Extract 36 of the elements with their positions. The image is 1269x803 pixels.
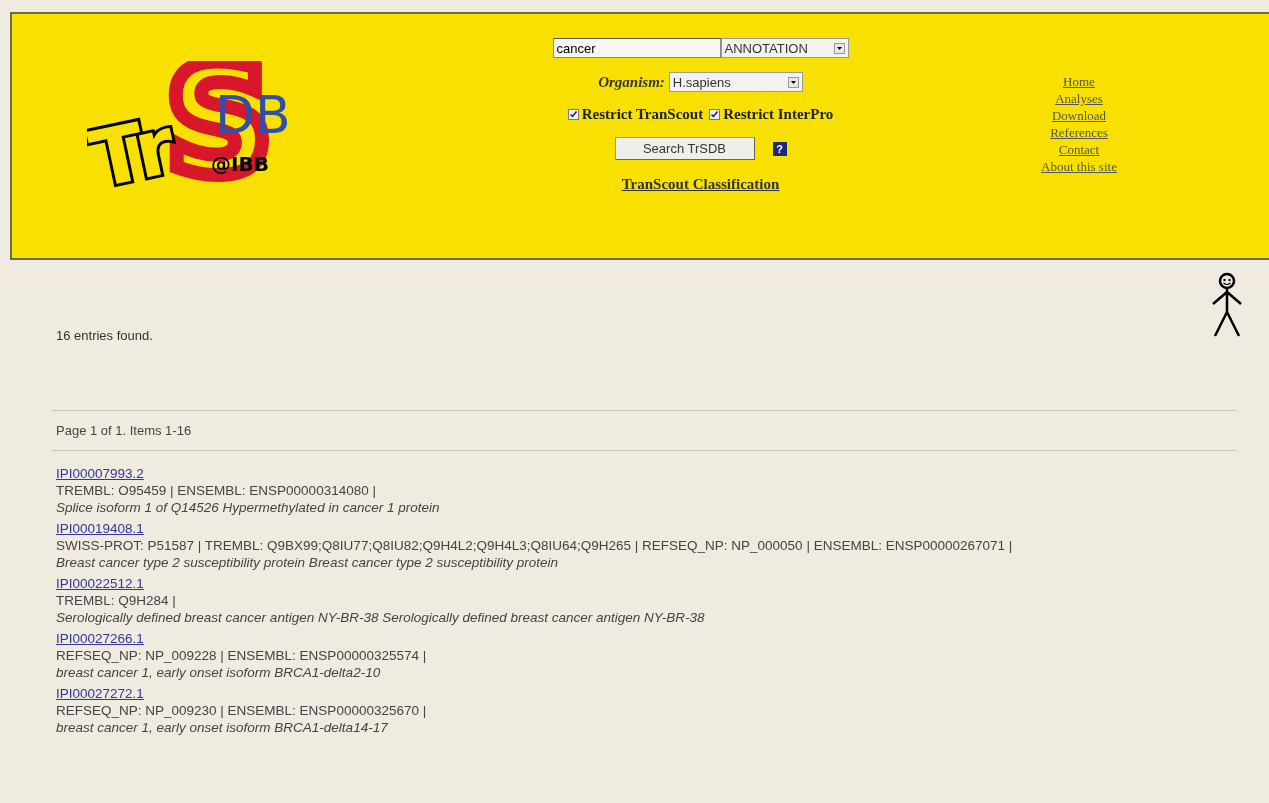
- help-button[interactable]: ?: [772, 141, 787, 156]
- organism-dropdown[interactable]: H.sapiens: [668, 72, 803, 92]
- field-dropdown[interactable]: ANNOTATION: [720, 38, 849, 58]
- organism-label: Organism:: [598, 73, 665, 91]
- search-button[interactable]: Search TrSDB: [614, 137, 755, 160]
- entry-references: REFSEQ_NP: NP_009228 | ENSEMBL: ENSP00000325574 |: [56, 647, 428, 664]
- entry-link[interactable]: IPI00022512.1: [56, 576, 144, 591]
- entry-references: TREMBL: Q9H284 |: [56, 592, 177, 609]
- nav-link[interactable]: Contact: [1058, 141, 1100, 158]
- entry-description: Splice isoform 1 of Q14526 Hypermethylated in cancer 1 protein: [56, 499, 441, 516]
- entry-link[interactable]: IPI00019408.1: [56, 521, 144, 536]
- nav-link[interactable]: Download: [1051, 107, 1107, 124]
- entry-link[interactable]: IPI00027272.1: [56, 686, 144, 701]
- caret-icon: [787, 76, 799, 88]
- result-count: 16 entries found.: [56, 327, 153, 343]
- checkbox[interactable]: [567, 109, 579, 120]
- entry-references: TREMBL: O95459 | ENSEMBL: ENSP00000314080 |: [56, 482, 377, 499]
- nav-link[interactable]: About this site: [1041, 158, 1117, 175]
- entry-description: Breast cancer type 2 susceptibility protein Breast cancer type 2 susceptibility protein: [56, 554, 559, 571]
- nav-link[interactable]: Analyses: [1055, 90, 1103, 107]
- classification-link[interactable]: TranScout Classification: [621, 176, 780, 193]
- checkbox[interactable]: [709, 109, 721, 120]
- entry-link[interactable]: IPI00007993.2: [56, 466, 144, 481]
- entry-references: REFSEQ_NP: NP_009230 | ENSEMBL: ENSP00000325670 |: [56, 702, 428, 719]
- entry-description: breast cancer 1, early onset isoform BRCA1-delta2-10: [56, 664, 382, 681]
- entry-description: Serologically defined breast cancer antigen NY-BR-38 Serologically defined breast cancer antigen NY-BR-38: [56, 609, 706, 626]
- entry-link[interactable]: IPI00027266.1: [56, 631, 144, 646]
- caret-icon: [833, 42, 845, 54]
- entry-description: breast cancer 1, early onset isoform BRCA1-delta14-17: [56, 719, 389, 736]
- nav-link[interactable]: Home: [1063, 73, 1095, 90]
- search-field[interactable]: cancer: [552, 38, 721, 58]
- nav-link[interactable]: References: [1050, 124, 1108, 141]
- checkbox-label: Restrict InterPro: [723, 106, 834, 123]
- pager-text: Page 1 of 1. Items 1-16: [56, 422, 193, 440]
- checkbox-label: Restrict TranScout: [581, 106, 704, 123]
- entry-references: SWISS-PROT: P51587 | TREMBL: Q9BX99;Q8IU77;Q8IU82;Q9H4L2;Q9H4L3;Q8IU64;Q9H265 | REFSEQ_NP: NP_000050 | ENSEMBL: ENSP00000267071 |: [56, 537, 1014, 554]
